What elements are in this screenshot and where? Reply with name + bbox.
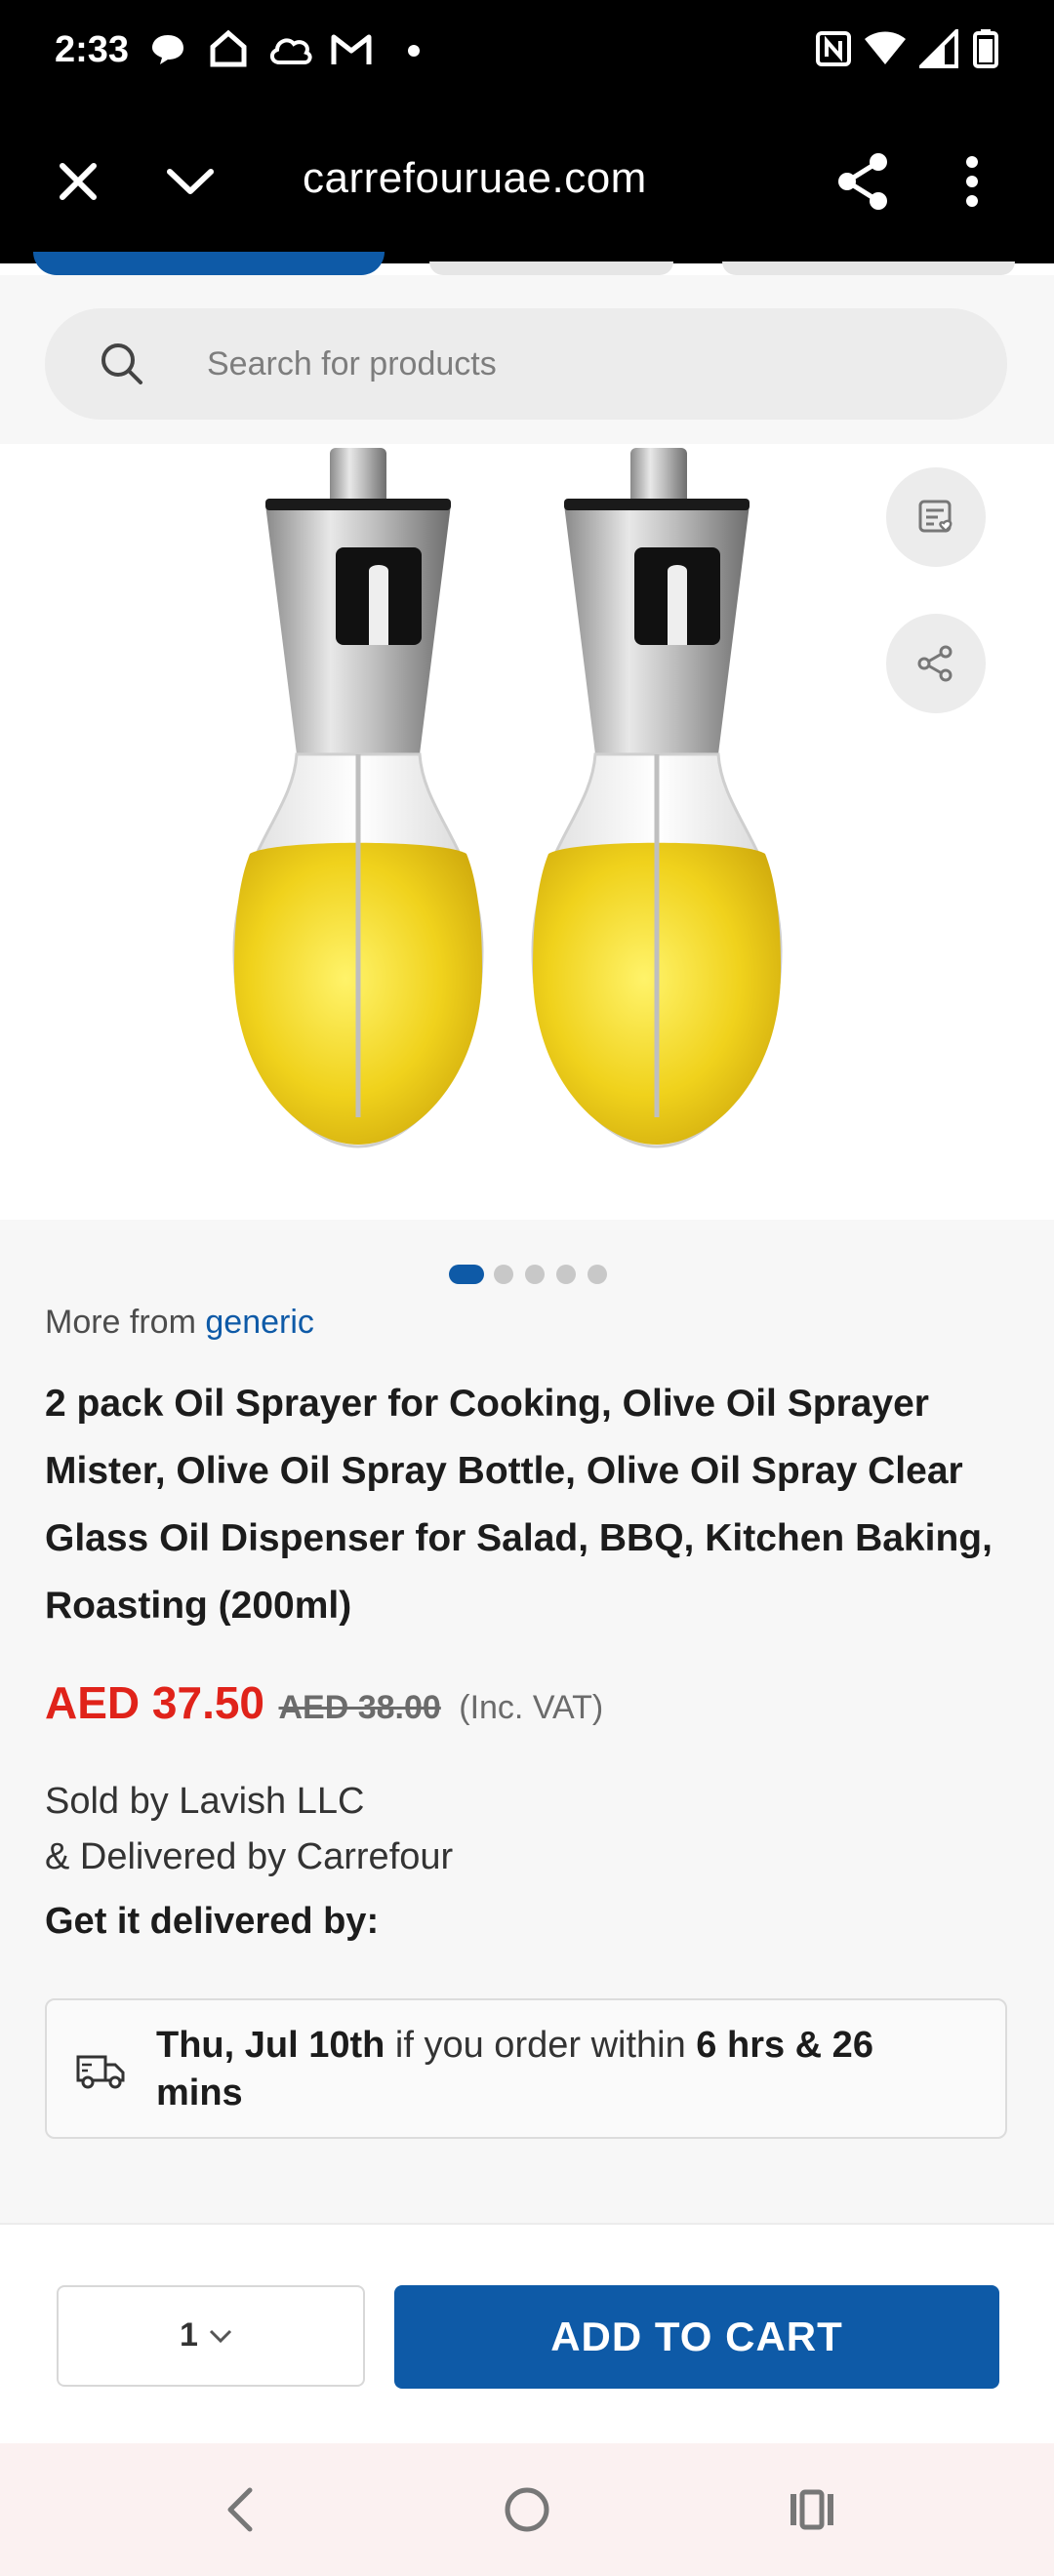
product-image-gallery[interactable] — [0, 444, 1054, 1220]
chevron-down-icon[interactable] — [164, 158, 217, 205]
add-to-cart-button[interactable]: ADD TO CART — [394, 2285, 999, 2389]
status-time: 2:33 — [55, 29, 130, 70]
compare-list-icon — [918, 500, 953, 533]
wifi-icon — [865, 31, 906, 64]
signal-icon — [919, 29, 958, 68]
share-product-button[interactable] — [886, 614, 986, 713]
category-pill[interactable] — [429, 262, 673, 275]
more-from: More from generic — [45, 1304, 314, 1342]
seller-info: Sold by Lavish LLC & Delivered by Carref… — [45, 1774, 453, 1885]
carousel-dot[interactable] — [556, 1265, 576, 1284]
product-image — [232, 448, 783, 1148]
compare-button[interactable] — [886, 467, 986, 567]
delivered-by: & Delivered by Carrefour — [45, 1836, 454, 1877]
bottle-left — [232, 448, 484, 1148]
carousel-dot[interactable] — [494, 1265, 513, 1284]
add-to-cart-bar: 1 ADD TO CART — [0, 2223, 1054, 2443]
delivery-estimate: Thu, Jul 10th if you order within 6 hrs … — [45, 1998, 1007, 2139]
search-bar[interactable]: Search for products — [45, 308, 1007, 420]
back-icon[interactable] — [221, 2484, 260, 2535]
chat-bubble-icon — [152, 35, 183, 64]
carousel-dot[interactable] — [588, 1265, 607, 1284]
more-from-label: More from — [45, 1304, 196, 1341]
recents-icon[interactable] — [787, 2484, 837, 2535]
system-nav-bar — [0, 2443, 1054, 2576]
price-vat-note: (Inc. VAT) — [459, 1689, 604, 1726]
search-placeholder: Search for products — [207, 345, 497, 382]
category-pill-active[interactable] — [33, 252, 385, 275]
category-pill[interactable] — [722, 262, 1015, 275]
chevron-down-icon — [209, 2329, 232, 2344]
status-bar: 2:33 — [0, 0, 1054, 107]
delivery-text: Thu, Jul 10th if you order within 6 hrs … — [156, 2022, 966, 2117]
brand-link[interactable]: generic — [205, 1304, 314, 1341]
delivery-date: Thu, Jul 10th — [156, 2025, 385, 2066]
battery-icon — [973, 29, 998, 68]
price-original: AED 38.00 — [278, 1689, 441, 1726]
search-icon — [101, 343, 142, 384]
sold-by: Sold by Lavish LLC — [45, 1781, 365, 1822]
close-icon[interactable] — [55, 158, 101, 205]
share-icon — [917, 645, 953, 682]
carousel-dot[interactable] — [525, 1265, 545, 1284]
cloud-icon — [270, 38, 312, 64]
delivery-truck-icon — [76, 2055, 125, 2089]
url-text[interactable]: carrefouruae.com — [303, 154, 647, 203]
product-title: 2 pack Oil Sprayer for Cooking, Olive Oi… — [45, 1383, 993, 1627]
more-vert-icon[interactable] — [962, 154, 982, 209]
dot-icon — [408, 45, 420, 57]
bottle-right — [531, 448, 783, 1148]
delivery-condition: if you order within — [394, 2025, 686, 2066]
delivery-heading: Get it delivered by: — [45, 1901, 380, 1942]
share-icon[interactable] — [835, 152, 890, 211]
quantity-value: 1 — [180, 2316, 198, 2354]
carousel-dot-active[interactable] — [449, 1265, 484, 1284]
price-row: AED 37.50 AED 38.00 (Inc. VAT) — [45, 1676, 603, 1735]
browser-toolbar: carrefouruae.com — [0, 107, 1054, 263]
home-circle-icon[interactable] — [502, 2484, 552, 2535]
home-icon — [210, 29, 247, 67]
gmail-icon — [331, 34, 372, 64]
price-current: AED 37.50 — [45, 1677, 265, 1728]
nfc-icon — [816, 31, 851, 66]
quantity-select[interactable]: 1 — [57, 2285, 365, 2387]
